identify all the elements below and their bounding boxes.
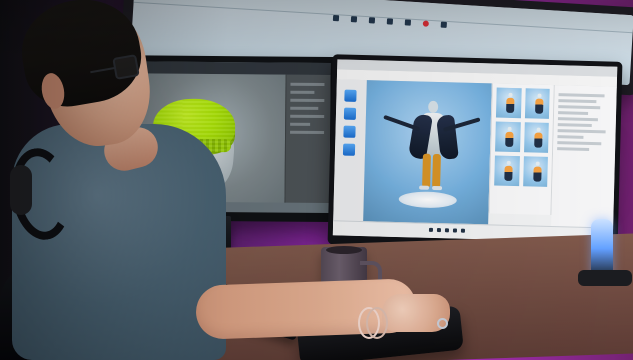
panel-line — [290, 82, 325, 86]
right-monitor — [327, 54, 623, 252]
play-icon — [368, 17, 376, 24]
record-icon — [422, 20, 430, 27]
timeline-button — [460, 228, 466, 233]
step-back-icon — [350, 16, 358, 23]
pose-thumbnail-grid — [488, 83, 555, 216]
right-monitor-screen — [332, 59, 618, 243]
avatar-head — [428, 100, 439, 114]
avatar-right-leg — [432, 153, 441, 189]
speaker-icon — [591, 219, 613, 277]
bracelet — [366, 307, 388, 339]
top-toolbar — [133, 0, 633, 34]
rewind-icon — [332, 14, 340, 22]
pose-thumbnail — [524, 88, 550, 119]
panel-line — [290, 98, 325, 102]
property-row — [557, 141, 602, 146]
timeline-button — [452, 228, 458, 233]
property-row — [557, 117, 598, 122]
pose-thumbnail — [495, 121, 521, 153]
headphone-cup — [10, 165, 32, 215]
avatar-left-leg — [422, 153, 431, 188]
pose-thumbnail — [494, 155, 520, 187]
glasses-icon — [112, 54, 140, 80]
tool-button — [342, 143, 356, 156]
tool-button — [344, 89, 357, 102]
panel-line — [290, 114, 325, 118]
stop-icon — [440, 21, 447, 28]
avatar-left-shoe — [419, 185, 430, 190]
timeline-button — [436, 228, 442, 233]
property-row — [557, 123, 592, 128]
tool-button — [343, 125, 356, 138]
outfit-model-viewport — [363, 80, 492, 226]
pause-icon — [386, 18, 394, 25]
property-row — [558, 105, 601, 110]
property-row — [557, 135, 584, 139]
pose-thumbnail — [523, 122, 549, 153]
speaker-base — [578, 270, 632, 286]
property-row — [558, 99, 597, 104]
panel-line — [290, 106, 319, 110]
tool-button — [343, 107, 357, 120]
pose-thumbnail — [522, 156, 548, 187]
panel-line — [290, 130, 325, 134]
property-row — [557, 129, 606, 134]
ring — [437, 318, 448, 329]
avatar-right-shoe — [432, 185, 443, 191]
property-row — [558, 111, 589, 115]
property-row — [557, 147, 590, 151]
timeline-button — [428, 227, 434, 232]
timeline-button — [444, 228, 450, 233]
step-forward-icon — [404, 19, 412, 26]
workspace-photo — [0, 0, 633, 360]
panel-line — [290, 122, 311, 126]
properties-panel — [550, 85, 617, 237]
panel-line — [290, 90, 315, 94]
pose-thumbnail — [495, 87, 522, 119]
left-properties-panel — [284, 74, 331, 204]
property-row — [558, 93, 605, 98]
model-platform — [398, 191, 457, 209]
